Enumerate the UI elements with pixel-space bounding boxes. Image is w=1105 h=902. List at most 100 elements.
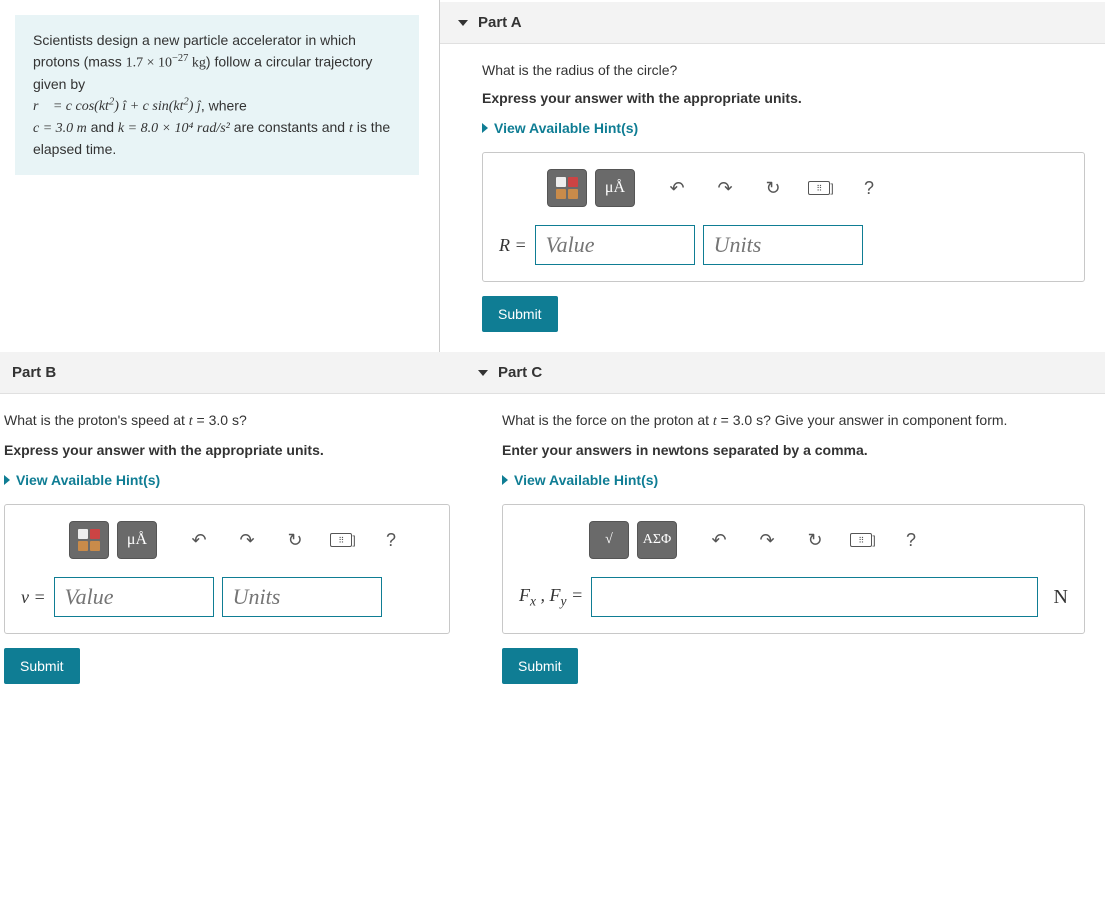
keyboard-icon: ⠿ — [850, 533, 872, 547]
part-a-body: What is the radius of the circle? Expres… — [440, 44, 1105, 352]
reset-button[interactable]: ↻ — [275, 521, 315, 559]
equation: r⃗ = c cos(kt2) î + c sin(kt2) ĵ — [33, 99, 201, 114]
eq-suffix: , where — [201, 97, 247, 113]
keyboard-button[interactable]: ⠿] — [323, 521, 363, 559]
mass-unit: kg — [188, 56, 206, 71]
part-b-units-input[interactable] — [222, 577, 382, 617]
redo-button[interactable]: ↷ — [705, 169, 745, 207]
undo-icon: ↶ — [191, 530, 206, 551]
part-a-question: What is the radius of the circle? — [482, 62, 1085, 78]
help-button[interactable]: ? — [371, 521, 411, 559]
and-word: and — [87, 119, 118, 135]
caret-right-icon — [482, 123, 488, 133]
part-c-input-row: Fx , Fy = N — [519, 577, 1068, 617]
part-b-body: What is the proton's speed at t = 3.0 s?… — [0, 394, 460, 704]
template-picker-button[interactable] — [547, 169, 587, 207]
part-b-qb: = 3.0 s? — [193, 412, 247, 428]
part-b-qa: What is the proton's speed at — [4, 412, 189, 428]
help-label: ? — [386, 530, 396, 551]
redo-icon: ↷ — [759, 530, 774, 551]
bracket-icon: ] — [872, 533, 875, 547]
part-c-body: What is the force on the proton at t = 3… — [460, 394, 1105, 704]
part-b-header[interactable]: Part B — [0, 352, 460, 394]
help-label: ? — [906, 530, 916, 551]
undo-button[interactable]: ↶ — [179, 521, 219, 559]
part-b-hints-toggle[interactable]: View Available Hint(s) — [4, 472, 450, 488]
mu-label: μÅ — [605, 179, 625, 197]
reset-icon: ↻ — [287, 530, 302, 551]
part-c-title: Part C — [498, 364, 542, 381]
caret-right-icon — [502, 475, 508, 485]
reset-button[interactable]: ↻ — [795, 521, 835, 559]
c-value: c = 3.0 m — [33, 121, 87, 136]
part-b-title: Part B — [12, 364, 56, 381]
part-c-qa: What is the force on the proton at — [502, 412, 713, 428]
template-picker-button[interactable]: √ — [589, 521, 629, 559]
mu-label: μÅ — [127, 531, 147, 549]
mass-value: 1.7 × 10 — [126, 56, 172, 71]
part-a-submit-button[interactable]: Submit — [482, 296, 558, 332]
part-c-submit-button[interactable]: Submit — [502, 648, 578, 684]
part-b-submit-button[interactable]: Submit — [4, 648, 80, 684]
greek-label: ΑΣΦ — [643, 532, 672, 548]
undo-button[interactable]: ↶ — [657, 169, 697, 207]
greek-button[interactable]: ΑΣΦ — [637, 521, 677, 559]
redo-button[interactable]: ↷ — [747, 521, 787, 559]
part-c-variable: Fx , Fy = — [519, 585, 583, 610]
keyboard-button[interactable]: ⠿] — [801, 169, 841, 207]
undo-button[interactable]: ↶ — [699, 521, 739, 559]
help-button[interactable]: ? — [891, 521, 931, 559]
part-a-units-input[interactable] — [703, 225, 863, 265]
part-b-instruction: Express your answer with the appropriate… — [4, 442, 450, 458]
problem-statement-panel: Scientists design a new particle acceler… — [0, 0, 440, 352]
part-c-qb: = 3.0 s? Give your answer in component f… — [717, 412, 1008, 428]
keyboard-button[interactable]: ⠿] — [843, 521, 883, 559]
undo-icon: ↶ — [711, 530, 726, 551]
redo-button[interactable]: ↷ — [227, 521, 267, 559]
bracket-icon: ] — [830, 181, 833, 195]
template-picker-button[interactable] — [69, 521, 109, 559]
part-c-header[interactable]: Part C — [460, 352, 1105, 394]
redo-icon: ↷ — [717, 178, 732, 199]
undo-icon: ↶ — [669, 178, 684, 199]
part-a-input-row: R = — [499, 225, 1068, 265]
part-b-value-input[interactable] — [54, 577, 214, 617]
caret-right-icon — [4, 475, 10, 485]
part-b-variable: v = — [21, 587, 46, 608]
caret-down-icon — [458, 20, 468, 26]
part-a-variable: R = — [499, 235, 527, 256]
keyboard-icon: ⠿ — [330, 533, 352, 547]
part-c-instruction: Enter your answers in newtons separated … — [502, 442, 1085, 458]
part-c-unit: N — [1054, 586, 1068, 609]
const-suffix: are constants and — [230, 119, 349, 135]
part-c-toolbar: √ ΑΣΦ ↶ ↷ ↻ ⠿] ? — [589, 521, 1068, 559]
part-c-value-input[interactable] — [591, 577, 1037, 617]
part-a-value-input[interactable] — [535, 225, 695, 265]
reset-icon: ↻ — [765, 178, 780, 199]
help-label: ? — [864, 178, 874, 199]
help-button[interactable]: ? — [849, 169, 889, 207]
part-c-hints-toggle[interactable]: View Available Hint(s) — [502, 472, 1085, 488]
caret-down-icon — [478, 370, 488, 376]
part-b-toolbar: μÅ ↶ ↷ ↻ ⠿] ? — [69, 521, 433, 559]
reset-button[interactable]: ↻ — [753, 169, 793, 207]
part-c-answer-box: √ ΑΣΦ ↶ ↷ ↻ ⠿] ? Fx , Fy = — [502, 504, 1085, 634]
problem-text: Scientists design a new particle acceler… — [15, 15, 419, 175]
mass-exp: −27 — [172, 53, 188, 64]
part-c-question: What is the force on the proton at t = 3… — [502, 412, 1085, 430]
sqrt-icon: √ — [605, 532, 613, 548]
part-b-question: What is the proton's speed at t = 3.0 s? — [4, 412, 450, 430]
units-button[interactable]: μÅ — [117, 521, 157, 559]
part-b-hints-label: View Available Hint(s) — [16, 472, 160, 488]
reset-icon: ↻ — [807, 530, 822, 551]
part-b-input-row: v = — [21, 577, 433, 617]
bracket-icon: ] — [352, 533, 355, 547]
part-a-instruction: Express your answer with the appropriate… — [482, 90, 1085, 106]
part-a-hints-toggle[interactable]: View Available Hint(s) — [482, 120, 1085, 136]
part-a-header[interactable]: Part A — [440, 2, 1105, 44]
units-button[interactable]: μÅ — [595, 169, 635, 207]
part-a-answer-box: μÅ ↶ ↷ ↻ ⠿] ? R = — [482, 152, 1085, 282]
k-value: k = 8.0 × 10⁴ rad/s² — [118, 121, 230, 136]
keyboard-icon: ⠿ — [808, 181, 830, 195]
part-a-title: Part A — [478, 14, 522, 31]
